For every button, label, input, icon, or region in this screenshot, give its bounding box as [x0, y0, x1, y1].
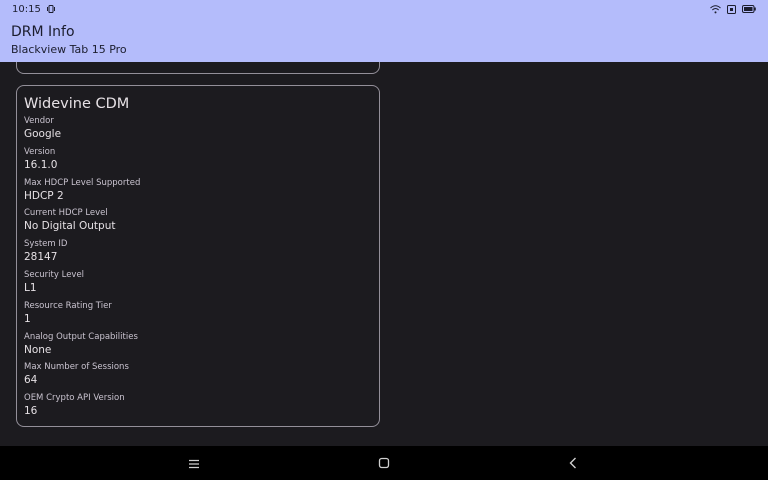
field-label: Max Number of Sessions — [24, 362, 129, 373]
field-version: Version 16.1.0 — [24, 145, 379, 176]
app-title: DRM Info — [11, 24, 75, 40]
field-label: Version — [24, 146, 56, 157]
widevine-card: Widevine CDM Vendor Google Version 16.1.… — [16, 85, 380, 427]
menu-icon — [188, 454, 200, 473]
field-security-level: Security Level L1 — [24, 268, 379, 299]
back-button[interactable] — [553, 446, 593, 480]
field-value: 16.1.0 — [24, 158, 58, 171]
field-label: Max HDCP Level Supported — [24, 177, 141, 188]
home-icon — [378, 454, 390, 473]
field-vendor: Vendor Google — [24, 114, 379, 145]
menu-button[interactable] — [174, 446, 214, 480]
field-value: 64 — [24, 374, 38, 387]
previous-card — [16, 62, 380, 74]
field-value: 16 — [24, 405, 38, 418]
back-icon — [568, 454, 578, 473]
field-label: OEM Crypto API Version — [24, 393, 125, 404]
field-value: 28147 — [24, 251, 58, 264]
field-value: None — [24, 343, 52, 356]
field-value: No Digital Output — [24, 220, 116, 233]
app-subtitle: Blackview Tab 15 Pro — [11, 43, 127, 56]
field-label: Vendor — [24, 116, 54, 126]
field-oem-crypto-api: OEM Crypto API Version 16 — [24, 391, 379, 422]
field-system-id: System ID 28147 — [24, 237, 379, 268]
vibrate-icon — [46, 5, 56, 13]
field-value: 1 — [24, 312, 31, 325]
field-label: Resource Rating Tier — [24, 300, 112, 311]
content-scroll-area[interactable]: Widevine CDM Vendor Google Version 16.1.… — [0, 62, 768, 446]
wifi-icon — [710, 4, 721, 14]
field-analog-output: Analog Output Capabilities None — [24, 330, 379, 361]
battery-icon — [742, 5, 756, 13]
field-max-hdcp-level: Max HDCP Level Supported HDCP 2 — [24, 176, 379, 207]
navigation-bar — [0, 446, 768, 480]
field-max-sessions: Max Number of Sessions 64 — [24, 360, 379, 391]
field-value: HDCP 2 — [24, 189, 64, 202]
home-button[interactable] — [364, 446, 404, 480]
field-current-hdcp-level: Current HDCP Level No Digital Output — [24, 206, 379, 237]
status-bar: 10:15 — [0, 0, 768, 18]
card-title: Widevine CDM — [24, 96, 130, 112]
status-time: 10:15 — [12, 3, 41, 15]
sim-icon — [727, 4, 736, 14]
app-bar: DRM Info Blackview Tab 15 Pro — [0, 18, 768, 62]
field-label: System ID — [24, 239, 68, 250]
field-value: Google — [24, 128, 62, 140]
field-resource-rating-tier: Resource Rating Tier 1 — [24, 299, 379, 330]
field-label: Analog Output Capabilities — [24, 331, 138, 342]
field-label: Security Level — [24, 269, 85, 280]
field-value: L1 — [24, 281, 37, 294]
field-label: Current HDCP Level — [24, 208, 108, 219]
